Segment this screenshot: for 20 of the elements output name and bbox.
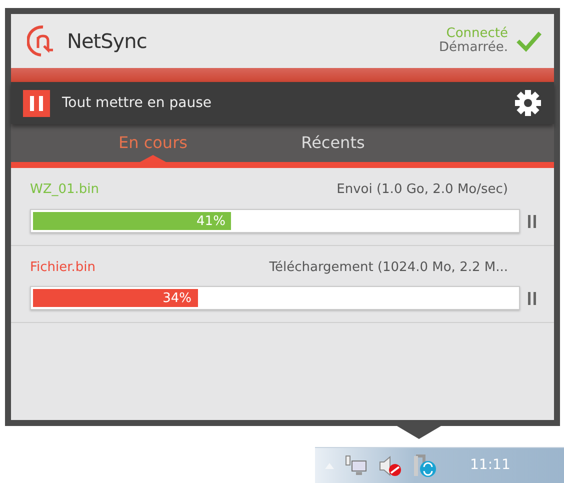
clock: 11:11 (470, 456, 510, 475)
pause-icon (528, 292, 536, 306)
network-icon[interactable] (344, 454, 368, 476)
pause-icon (30, 96, 43, 110)
pause-icon (528, 214, 536, 228)
tab[interactable]: Récents (243, 124, 423, 162)
pause-all-button[interactable] (23, 90, 50, 116)
muted-speaker-icon[interactable] (378, 454, 402, 476)
transfer-info: Envoi (1.0 Go, 2.0 Mo/sec) (336, 181, 508, 199)
file-name: WZ_01.bin (30, 181, 100, 199)
file-name: Fichier.bin (30, 258, 96, 276)
app-title: NetSync (67, 28, 147, 55)
progress-fill: 34% (33, 289, 198, 307)
connection-status: Connecté (446, 26, 508, 41)
service-state: Démarrée. (439, 41, 508, 56)
settings-icon[interactable] (514, 89, 542, 117)
progress-fill: 41% (33, 212, 232, 230)
transfer-info: Téléchargement (1024.0 Mo, 2.2 M... (269, 258, 508, 276)
sync-icon[interactable] (412, 454, 438, 478)
pause-all-label: Tout mettre en pause (62, 94, 212, 112)
